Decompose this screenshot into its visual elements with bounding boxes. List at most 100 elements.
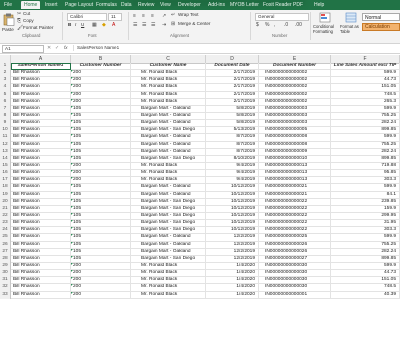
- row-number[interactable]: 14: [0, 155, 11, 163]
- row-number[interactable]: 28: [0, 255, 11, 263]
- select-all-corner[interactable]: [0, 55, 11, 63]
- style-normal[interactable]: Normal: [362, 13, 400, 21]
- cell-document-date[interactable]: 1/4/2020: [206, 291, 259, 299]
- row-number[interactable]: 30: [0, 270, 11, 278]
- cell-salesperson[interactable]: Bill Rhasson: [11, 120, 71, 128]
- italic-button[interactable]: I: [75, 22, 76, 28]
- cell-salesperson[interactable]: Bill Rhasson: [11, 241, 71, 249]
- tab-home[interactable]: Home: [21, 1, 41, 9]
- cell-line-sales-amount[interactable]: 303.3: [331, 177, 400, 185]
- cell-document-date[interactable]: 5/13/2019: [206, 127, 259, 135]
- column-header-d[interactable]: D: [206, 55, 259, 63]
- cell-document-date[interactable]: 5/8/2019: [206, 105, 259, 113]
- row-number[interactable]: 24: [0, 227, 11, 235]
- cell-customer-number[interactable]: 105: [71, 220, 131, 228]
- cell-document-number[interactable]: IN00000000000022: [259, 227, 331, 235]
- cell-document-number[interactable]: IN00000000000030: [259, 262, 331, 271]
- row-number[interactable]: 15: [0, 162, 11, 171]
- font-size-select[interactable]: 11: [108, 13, 122, 21]
- cell-document-number[interactable]: IN00000000000002: [259, 91, 331, 99]
- column-header-f[interactable]: F: [331, 55, 400, 63]
- cell-document-date[interactable]: 10/12/2019: [206, 227, 259, 235]
- align-top-icon[interactable]: ≡: [133, 13, 136, 19]
- cell-document-date[interactable]: 9/4/2019: [206, 170, 259, 178]
- cell-line-sales-amount[interactable]: 299.95: [331, 212, 400, 221]
- cell-customer-number[interactable]: 200: [71, 162, 131, 171]
- cell-document-date[interactable]: 2/17/2019: [206, 77, 259, 85]
- cell-customer-name[interactable]: Bargain Mart - San Diego: [131, 155, 206, 163]
- cell-document-date[interactable]: 2/17/2019: [206, 91, 259, 99]
- header-cell-salesperson[interactable]: SalesPerson Name1: [11, 63, 71, 71]
- cell-document-date[interactable]: 9/4/2019: [206, 162, 259, 171]
- cell-line-sales-amount[interactable]: 755.25: [331, 241, 400, 249]
- cell-document-date[interactable]: 10/12/2019: [206, 198, 259, 206]
- cell-line-sales-amount[interactable]: 44.73: [331, 77, 400, 85]
- cell-customer-name[interactable]: Bargain Mart - San Diego: [131, 255, 206, 263]
- currency-icon[interactable]: $: [256, 22, 259, 28]
- fill-color-icon[interactable]: ◆: [102, 22, 106, 28]
- cell-customer-name[interactable]: Mr. Ronald Black: [131, 162, 206, 171]
- cell-line-sales-amount[interactable]: 44.73: [331, 270, 400, 278]
- header-cell-customer-name[interactable]: Customer Name: [131, 63, 206, 71]
- cell-customer-name[interactable]: Bargain Mart - Oakland: [131, 134, 206, 142]
- cell-document-date[interactable]: 1/4/2020: [206, 262, 259, 271]
- tab-myob-letter[interactable]: MYOB Letter: [230, 1, 259, 9]
- cell-document-date[interactable]: 10/12/2019: [206, 184, 259, 192]
- cell-customer-number[interactable]: 200: [71, 284, 131, 292]
- borders-icon[interactable]: ▦: [92, 22, 97, 28]
- cell-document-date[interactable]: 10/12/2019: [206, 212, 259, 221]
- cell-salesperson[interactable]: Bill Rhasson: [11, 248, 71, 256]
- wrap-text-icon[interactable]: ↵: [171, 12, 175, 18]
- row-number[interactable]: 23: [0, 220, 11, 228]
- cell-customer-number[interactable]: 105: [71, 112, 131, 121]
- tab-help[interactable]: Help: [314, 1, 324, 9]
- cell-line-sales-amount[interactable]: 899.85: [331, 127, 400, 135]
- formula-input[interactable]: SalesPerson Name1: [73, 45, 397, 51]
- cell-document-date[interactable]: 9/4/2019: [206, 177, 259, 185]
- bold-button[interactable]: B: [68, 22, 71, 28]
- row-number[interactable]: 6: [0, 98, 11, 106]
- tab-developer[interactable]: Developer: [178, 1, 201, 9]
- header-cell-document-date[interactable]: Document Date: [206, 63, 259, 71]
- tab-data[interactable]: Data: [121, 1, 132, 9]
- cell-customer-name[interactable]: Bargain Mart - San Diego: [131, 212, 206, 221]
- cell-salesperson[interactable]: Bill Rhasson: [11, 227, 71, 235]
- cell-salesperson[interactable]: Bill Rhasson: [11, 262, 71, 271]
- wrap-text-button[interactable]: Wrap Text: [178, 12, 199, 18]
- cell-customer-number[interactable]: 105: [71, 227, 131, 235]
- cell-customer-number[interactable]: 105: [71, 255, 131, 263]
- row-number[interactable]: 25: [0, 234, 11, 242]
- name-box[interactable]: A1: [2, 45, 44, 53]
- cell-salesperson[interactable]: Bill Rhasson: [11, 91, 71, 99]
- cell-document-number[interactable]: IN00000000000010: [259, 155, 331, 163]
- cell-document-date[interactable]: 12/2/2019: [206, 248, 259, 256]
- cell-customer-name[interactable]: Bargain Mart - Oakland: [131, 234, 206, 242]
- cell-line-sales-amount[interactable]: 40.39: [331, 291, 400, 299]
- cell-line-sales-amount[interactable]: 303.3: [331, 227, 400, 235]
- cell-customer-name[interactable]: Bargain Mart - Oakland: [131, 241, 206, 249]
- cell-customer-number[interactable]: 105: [71, 105, 131, 113]
- cell-document-number[interactable]: IN00000000000002: [259, 77, 331, 85]
- cell-line-sales-amount[interactable]: 719.88: [331, 162, 400, 171]
- align-center-icon[interactable]: ☰: [142, 22, 146, 28]
- cell-salesperson[interactable]: Bill Rhasson: [11, 234, 71, 242]
- cell-customer-name[interactable]: Mr. Ronald Black: [131, 77, 206, 85]
- cell-line-sales-amount[interactable]: 151.05: [331, 277, 400, 285]
- row-number[interactable]: 12: [0, 141, 11, 149]
- cell-customer-name[interactable]: Mr. Ronald Black: [131, 170, 206, 178]
- tab-file[interactable]: File: [4, 1, 12, 9]
- cell-line-sales-amount[interactable]: 748.5: [331, 284, 400, 292]
- tab-view[interactable]: View: [160, 1, 171, 9]
- cell-customer-number[interactable]: 200: [71, 91, 131, 99]
- cell-customer-number[interactable]: 200: [71, 84, 131, 92]
- cell-document-number[interactable]: IN00000000000003: [259, 112, 331, 121]
- row-number[interactable]: 11: [0, 134, 11, 142]
- number-format-select[interactable]: General: [255, 13, 309, 21]
- align-middle-icon[interactable]: ≡: [142, 13, 145, 19]
- cell-customer-number[interactable]: 105: [71, 134, 131, 142]
- cell-line-sales-amount[interactable]: 282.24: [331, 248, 400, 256]
- comma-icon[interactable]: ,: [274, 22, 275, 28]
- cell-line-sales-amount[interactable]: 599.9: [331, 105, 400, 113]
- row-number[interactable]: 27: [0, 248, 11, 256]
- cell-document-date[interactable]: 2/17/2019: [206, 70, 259, 78]
